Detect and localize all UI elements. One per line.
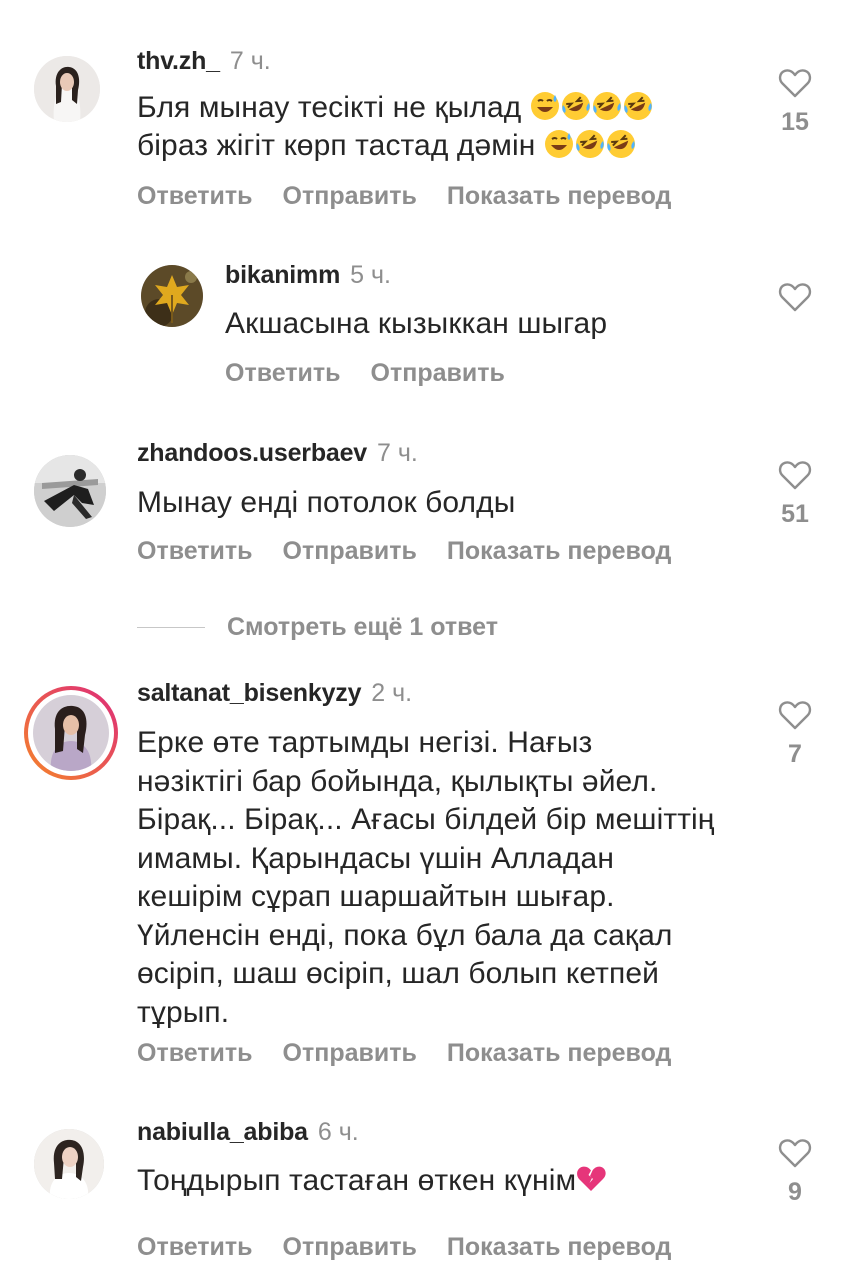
avatar-photo-icon: [33, 695, 109, 771]
reply-button[interactable]: Ответить: [137, 1233, 253, 1261]
comment-text: Тоңдырып тастаған өткен күнім: [137, 1162, 607, 1200]
avatar-photo-icon: [34, 56, 100, 122]
comment-text: Бля мынау тесікті не қылад біраз жігіт к…: [137, 89, 654, 165]
comment-actions: Ответить Отправить Показать перевод: [137, 536, 701, 566]
grinning-sweat-emoji: [544, 130, 573, 158]
comment-text: Ерке өте тартымды негізі. Нағыз нәзіктіг…: [137, 724, 714, 1032]
like-control: 51: [765, 460, 825, 528]
send-button[interactable]: Отправить: [283, 537, 417, 565]
comment-text-segment: біраз жігіт көрп тастад дәмін: [137, 129, 536, 162]
reply-button[interactable]: Ответить: [137, 537, 253, 565]
username[interactable]: zhandoos.userbaev: [137, 439, 367, 467]
avatar-photo-icon: [141, 265, 203, 327]
heart-icon[interactable]: [778, 282, 812, 312]
avatar[interactable]: [141, 265, 203, 327]
rolling-laughing-emoji: [592, 92, 621, 120]
rolling-laughing-emoji: [623, 92, 652, 120]
comment-meta: saltanat_bisenkyzy 2 ч.: [137, 678, 412, 708]
comment-meta: nabiulla_abiba 6 ч.: [137, 1117, 359, 1147]
like-count: 9: [788, 1178, 802, 1206]
send-button[interactable]: Отправить: [283, 1039, 417, 1067]
heart-icon[interactable]: [778, 460, 812, 490]
view-more-replies-label: Смотреть ещё 1 ответ: [227, 612, 498, 641]
heart-icon[interactable]: [778, 1138, 812, 1168]
comment-text-segment: Бля мынау тесікті не қылад: [137, 91, 522, 124]
view-more-replies-button[interactable]: Смотреть ещё 1 ответ: [137, 612, 498, 642]
heart-icon[interactable]: [778, 68, 812, 98]
broken-heart-emoji: [577, 1166, 606, 1191]
timestamp: 7 ч.: [377, 439, 418, 467]
timestamp: 7 ч.: [229, 47, 271, 75]
like-control: [765, 282, 825, 312]
emoji-group: [521, 91, 653, 124]
comment-text: Мынау енді потолок болды: [137, 486, 516, 519]
like-count: 51: [781, 500, 809, 528]
rolling-laughing-emoji: [561, 92, 590, 120]
reply-button[interactable]: Ответить: [225, 359, 341, 387]
like-control: 9: [765, 1138, 825, 1206]
avatar-photo-icon: [34, 455, 106, 527]
avatar-photo-icon: [34, 1129, 104, 1199]
rolling-laughing-emoji: [606, 130, 635, 158]
comment-text-line: Ерке өте тартымды негізі. Нағыз: [137, 726, 593, 759]
translate-button[interactable]: Показать перевод: [447, 537, 672, 565]
comment-text-line: Үйленсін енді, пока бұл бала да сақал: [137, 918, 673, 952]
comment-meta: bikanimm 5 ч.: [225, 260, 391, 290]
timestamp: 2 ч.: [371, 679, 413, 707]
comment-actions: Ответить Отправить Показать перевод: [137, 181, 701, 211]
emoji-group: [535, 129, 636, 162]
username[interactable]: nabiulla_abiba: [137, 1118, 308, 1146]
grinning-sweat-emoji: [530, 92, 559, 120]
comment-text-line: өсіріп, шаш өсіріп, шал болып кетпей: [137, 957, 660, 990]
reply-button[interactable]: Ответить: [137, 182, 253, 210]
timestamp: 6 ч.: [317, 1118, 359, 1146]
avatar-story-ring[interactable]: [24, 686, 118, 780]
avatar[interactable]: [34, 56, 100, 122]
comment-text-line: имамы. Қарындасы үшін Алладан: [137, 841, 614, 875]
send-button[interactable]: Отправить: [283, 1233, 417, 1261]
avatar[interactable]: [34, 1129, 104, 1199]
divider: [137, 626, 205, 628]
like-control: 7: [765, 700, 825, 768]
comment-text-line: нәзіктігі бар бойында, қылықты әйел.: [137, 764, 658, 798]
like-control: 15: [765, 68, 825, 136]
avatar[interactable]: [34, 455, 106, 527]
like-count: 7: [788, 740, 802, 768]
translate-button[interactable]: Показать перевод: [447, 1039, 672, 1067]
like-count: 15: [781, 108, 809, 136]
username[interactable]: saltanat_bisenkyzy: [137, 679, 361, 707]
username[interactable]: thv.zh_: [137, 47, 220, 75]
comment-text-line: кешірім сұрап шаршайтын шығар.: [137, 880, 615, 913]
comment-text: Акшасына кызыккан шыгар: [225, 307, 608, 340]
send-button[interactable]: Отправить: [371, 359, 505, 387]
username[interactable]: bikanimm: [225, 261, 340, 289]
rolling-laughing-emoji: [575, 130, 604, 158]
avatar: [33, 695, 109, 771]
comment-text-line: Бірақ... Бірақ... Ағасы білдей бір мешіт…: [137, 803, 715, 836]
send-button[interactable]: Отправить: [283, 182, 417, 210]
comment-text-segment: Тоңдырып тастаған өткен күнім: [137, 1164, 577, 1197]
comment-text-line: біраз жігіт көрп тастад дәмін: [137, 127, 654, 165]
comment-actions: Ответить Отправить: [225, 358, 535, 388]
comment-meta: thv.zh_ 7 ч.: [137, 46, 271, 76]
translate-button[interactable]: Показать перевод: [447, 1233, 672, 1261]
comment-actions: Ответить Отправить Показать перевод: [137, 1038, 701, 1068]
heart-icon[interactable]: [778, 700, 812, 730]
reply-button[interactable]: Ответить: [137, 1039, 253, 1067]
timestamp: 5 ч.: [350, 261, 391, 289]
comment-meta: zhandoos.userbaev 7 ч.: [137, 438, 418, 468]
comment-text-line: тұрып.: [137, 995, 230, 1029]
translate-button[interactable]: Показать перевод: [447, 182, 672, 210]
comment-text-line: Бля мынау тесікті не қылад: [137, 89, 654, 127]
comment-actions: Ответить Отправить Показать перевод: [137, 1232, 701, 1262]
